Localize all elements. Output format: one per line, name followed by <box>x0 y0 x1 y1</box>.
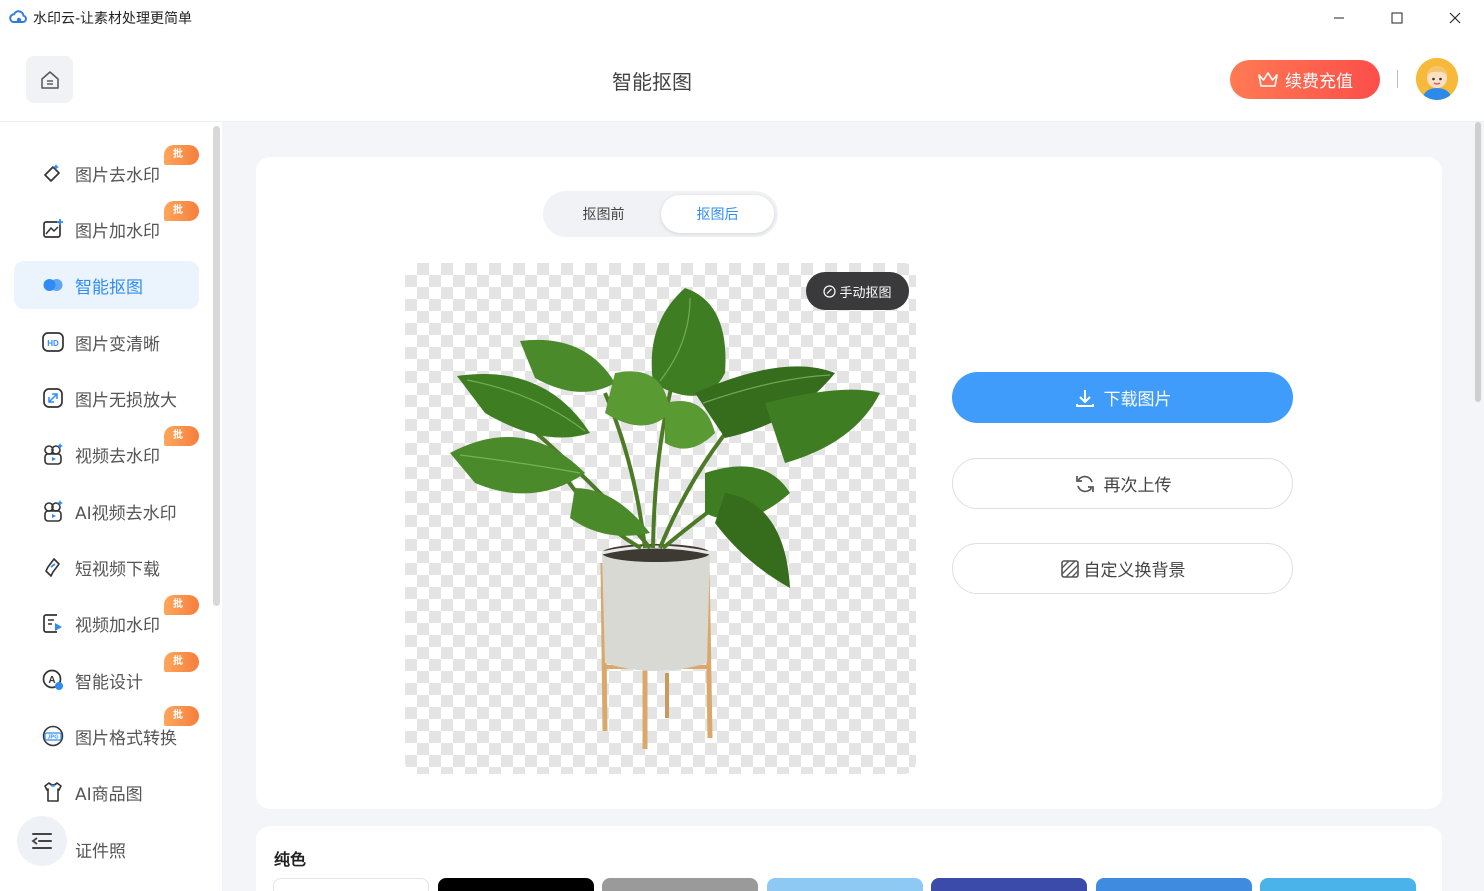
sidebar-item-short-video-download[interactable]: 短视频下载 <box>14 543 199 591</box>
download-image-button[interactable]: 下载图片 <box>952 372 1293 423</box>
sidebar-item-label: 图片去水印 <box>75 165 160 186</box>
manual-cutout-label: 手动抠图 <box>839 285 892 301</box>
svg-text:JPG: JPG <box>47 735 58 741</box>
svg-text:A: A <box>48 675 55 686</box>
sidebar-item-video-remove-watermark[interactable]: 视频去水印 批量 <box>14 426 199 478</box>
sidebar-item-enlarge[interactable]: 图片无损放大 <box>14 374 199 422</box>
minimize-button[interactable] <box>1310 0 1368 36</box>
sidebar: 图片去水印 批量 图片加水印 批量 智能抠图 HD 图片变清晰 图片无损放大 视… <box>0 122 222 891</box>
renew-button[interactable]: 续费充值 <box>1230 60 1380 99</box>
sidebar-item-label: 图片加水印 <box>75 221 160 242</box>
swatch-sky[interactable] <box>1260 878 1416 891</box>
batch-badge: 批量 <box>164 426 199 461</box>
jpg-icon: JPG <box>41 724 65 748</box>
swatch-gray[interactable] <box>602 878 758 891</box>
header-divider <box>1397 70 1398 88</box>
swatch-black[interactable] <box>438 878 594 891</box>
plant-image <box>450 288 880 749</box>
maximize-icon <box>1391 12 1403 24</box>
shirt-icon <box>41 780 65 804</box>
sidebar-item-label: 智能抠图 <box>75 277 143 298</box>
swatch-navy[interactable] <box>931 878 1087 891</box>
menu-collapse-icon <box>31 833 52 849</box>
svg-text:HD: HD <box>47 339 59 348</box>
download-link-icon <box>41 555 65 579</box>
enlarge-icon <box>41 386 65 410</box>
app-logo-icon <box>9 10 27 23</box>
background-options-card: 纯色 <box>256 826 1442 891</box>
avatar[interactable] <box>1416 58 1458 100</box>
sidebar-item-label: 视频去水印 <box>75 446 160 467</box>
title-bar: 水印云-让素材处理更简单 <box>0 0 1484 36</box>
swatch-light-blue[interactable] <box>767 878 923 891</box>
sidebar-item-format-convert[interactable]: JPG 图片格式转换 批量 <box>14 706 199 760</box>
refresh-icon <box>1075 475 1094 492</box>
hd-icon: HD <box>41 330 65 354</box>
manual-cutout-button[interactable]: 手动抠图 <box>806 272 909 310</box>
header: 智能抠图 续费充值 <box>0 36 1484 122</box>
crown-icon <box>1258 71 1278 87</box>
solid-color-title: 纯色 <box>274 850 307 869</box>
manual-edit-icon <box>823 284 837 298</box>
close-button[interactable] <box>1426 0 1484 36</box>
tab-after[interactable]: 抠图后 <box>661 195 774 233</box>
batch-badge: 批量 <box>164 652 199 687</box>
sidebar-item-smart-cutout[interactable]: 智能抠图 <box>14 261 199 309</box>
swatch-blue[interactable] <box>1096 878 1252 891</box>
tab-before[interactable]: 抠图前 <box>547 195 660 233</box>
batch-badge: 批量 <box>164 145 199 180</box>
batch-badge: 批量 <box>164 706 199 741</box>
sidebar-item-label: 图片变清晰 <box>75 334 160 355</box>
video-eraser-icon <box>41 442 65 466</box>
user-avatar-icon <box>1416 58 1458 100</box>
video-add-icon <box>41 611 65 635</box>
editor-card: 抠图前 抠图后 手动抠图 下载图片 再次上传 自定义换背景 <box>256 157 1442 809</box>
sidebar-item-label: 视频加水印 <box>75 615 160 636</box>
cutout-icon <box>41 273 65 297</box>
sidebar-item-label: 证件照 <box>75 841 126 862</box>
batch-badge: 批量 <box>164 201 199 236</box>
page-title: 智能抠图 <box>612 70 692 94</box>
sidebar-item-sharpen[interactable]: HD 图片变清晰 <box>14 318 199 366</box>
sidebar-item-label: AI商品图 <box>75 784 143 805</box>
main-scrollbar[interactable] <box>1475 122 1481 402</box>
download-label: 下载图片 <box>1103 390 1172 410</box>
sidebar-item-remove-watermark[interactable]: 图片去水印 批量 <box>14 145 199 197</box>
ai-video-icon <box>41 499 65 523</box>
image-add-icon <box>41 217 65 241</box>
sidebar-item-smart-design[interactable]: A 智能设计 批量 <box>14 652 199 704</box>
reupload-label: 再次上传 <box>1103 476 1172 496</box>
sidebar-item-label: 图片格式转换 <box>75 728 177 749</box>
image-preview: 手动抠图 <box>405 263 916 774</box>
app-title: 水印云-让素材处理更简单 <box>33 11 193 27</box>
background-pattern-icon <box>1060 559 1079 578</box>
custom-background-button[interactable]: 自定义换背景 <box>952 543 1293 594</box>
eraser-icon <box>41 161 65 185</box>
design-icon: A <box>41 668 65 692</box>
sidebar-item-add-watermark[interactable]: 图片加水印 批量 <box>14 201 199 253</box>
swatch-white[interactable] <box>273 878 429 891</box>
batch-badge: 批量 <box>164 595 199 630</box>
before-after-toggle: 抠图前 抠图后 <box>543 191 778 237</box>
sidebar-scrollbar[interactable] <box>213 126 220 606</box>
sidebar-item-label: 短视频下载 <box>75 559 160 580</box>
reupload-button[interactable]: 再次上传 <box>952 458 1293 509</box>
sidebar-item-label: AI视频去水印 <box>75 503 177 524</box>
sidebar-item-ai-product-image[interactable]: AI商品图 <box>14 768 199 816</box>
minimize-icon <box>1334 17 1344 19</box>
close-icon <box>1449 12 1461 24</box>
custom-background-label: 自定义换背景 <box>1083 561 1186 581</box>
download-icon <box>1075 389 1094 407</box>
sidebar-item-ai-video-remove-watermark[interactable]: AI视频去水印 <box>14 487 199 535</box>
sidebar-item-video-add-watermark[interactable]: 视频加水印 批量 <box>14 595 199 647</box>
renew-label: 续费充值 <box>1285 72 1353 92</box>
collapse-menu-button[interactable] <box>17 816 67 866</box>
sidebar-item-label: 智能设计 <box>75 672 143 693</box>
maximize-button[interactable] <box>1368 0 1426 36</box>
sidebar-item-label: 图片无损放大 <box>75 390 177 411</box>
